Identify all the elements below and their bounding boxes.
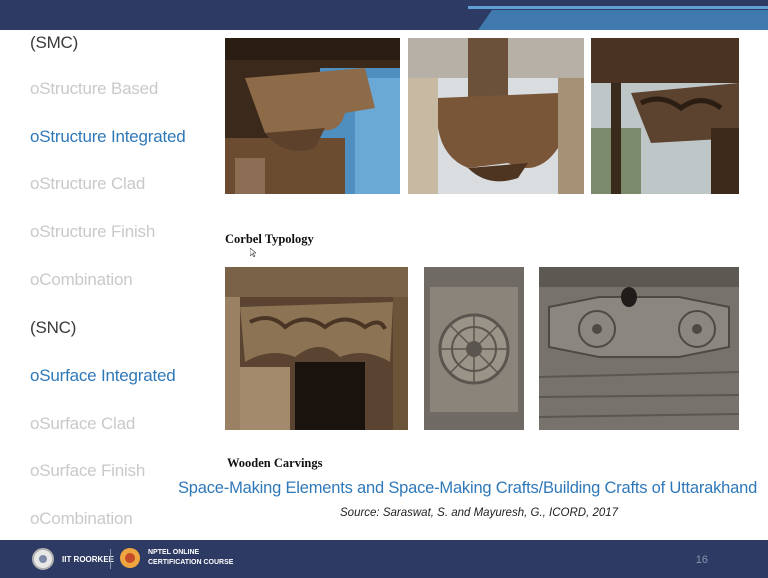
corbel-photo-2	[408, 38, 584, 194]
source-citation: Source: Saraswat, S. and Mayuresh, G., I…	[340, 507, 619, 519]
sidebar-heading-snc: (SNC)	[30, 318, 77, 337]
sidebar-item-combination-2: oCombination	[30, 509, 133, 528]
footer-separator	[110, 549, 111, 569]
page-number: 16	[695, 554, 708, 566]
sidebar-item-structure-based: oStructure Based	[30, 79, 159, 98]
corbel-photo-3	[591, 38, 739, 194]
carving-photo-3	[539, 267, 739, 430]
sidebar-item-structure-integrated: oStructure Integrated	[30, 127, 186, 146]
top-bar-stripe	[468, 6, 768, 9]
sidebar-heading-smc: (SMC)	[30, 33, 79, 52]
top-bar	[0, 0, 768, 30]
sidebar-item-structure-clad: oStructure Clad	[30, 174, 146, 193]
corbel-photo-1	[225, 38, 400, 194]
footer-nptel-line1: NPTEL ONLINE	[148, 549, 200, 556]
sidebar-item-surface-finish: oSurface Finish	[30, 461, 146, 480]
nptel-logo-icon	[120, 548, 140, 568]
footer-bar: IIT ROORKEE NPTEL ONLINE CERTIFICATION C…	[0, 540, 768, 578]
iit-roorkee-logo-icon	[32, 548, 54, 570]
sidebar-item-combination-1: oCombination	[30, 270, 133, 289]
footer-institute: IIT ROORKEE	[62, 555, 115, 564]
footer-nptel-line2: CERTIFICATION COURSE	[148, 559, 234, 566]
sidebar-item-surface-integrated: oSurface Integrated	[30, 366, 176, 385]
caption-wooden-carvings: Wooden Carvings	[227, 456, 323, 470]
caption-corbel-typology: Corbel Typology	[225, 232, 314, 246]
sidebar-item-structure-finish: oStructure Finish	[30, 222, 156, 241]
mouse-cursor-icon	[250, 248, 256, 257]
sidebar-item-surface-clad: oSurface Clad	[30, 414, 136, 433]
carving-photo-1	[225, 267, 408, 430]
carving-photo-2	[424, 267, 524, 430]
top-bar-accent	[478, 10, 768, 30]
slide-title: Space-Making Elements and Space-Making C…	[178, 479, 758, 497]
